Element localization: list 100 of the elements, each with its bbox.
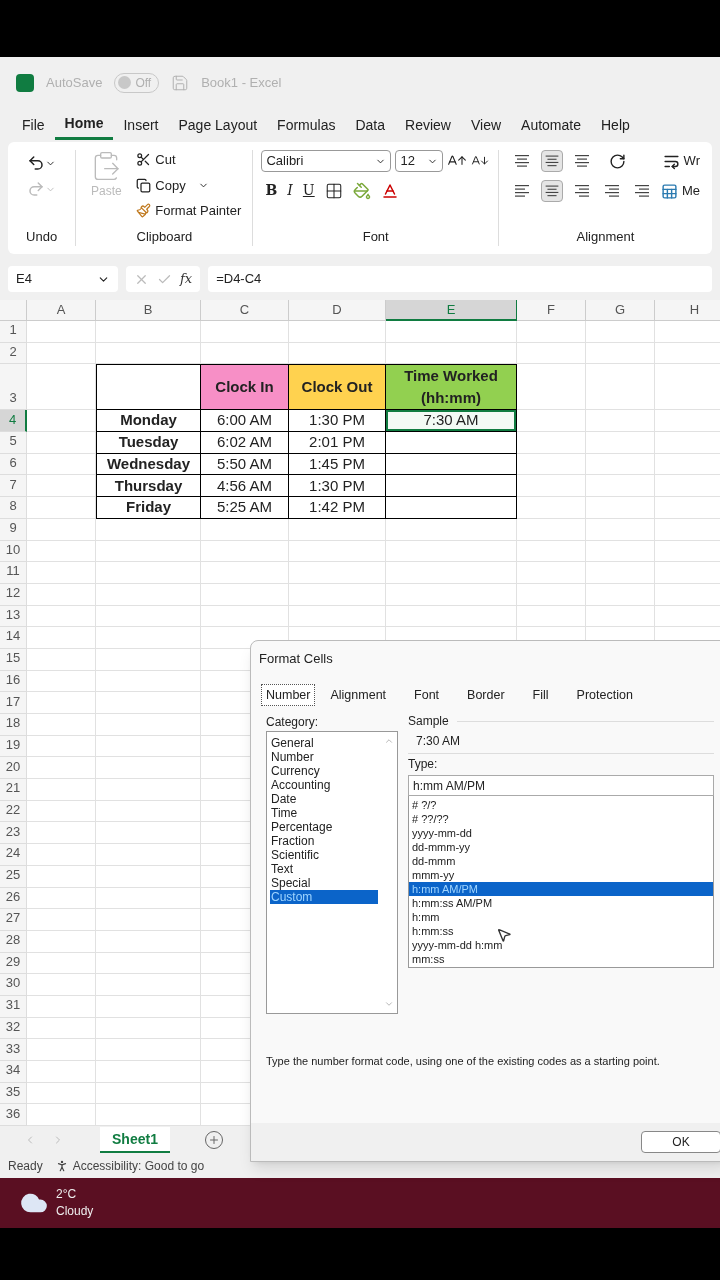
grid-cell[interactable] [27, 1039, 96, 1061]
ribbon-tab[interactable]: Insert [113, 110, 169, 140]
grid-cell[interactable] [289, 562, 386, 584]
copy-button[interactable]: Copy [155, 175, 186, 195]
grid-cell[interactable] [96, 648, 201, 671]
grid-cell[interactable] [201, 583, 289, 606]
row-header[interactable]: 36 [0, 1104, 27, 1127]
grid-cell[interactable] [586, 321, 655, 343]
fill-color-icon[interactable] [352, 181, 371, 200]
column-header[interactable]: B [96, 300, 201, 321]
grid-cell[interactable] [27, 757, 96, 780]
grid-cell[interactable] [386, 540, 517, 563]
grid-cell[interactable] [517, 605, 586, 628]
grid-cell[interactable] [201, 518, 289, 541]
type-list[interactable]: # ?/? # ??/?? yyyy-mm-dd dd-mmm-yy dd-mmm mmm-yy h:mm AM/PM h:mm:ss AM/PM h:mm h:mm:ss yyyy-mm-dd h:mm mm:ss [408, 796, 714, 968]
grid-cell[interactable] [27, 779, 96, 801]
ribbon-tab[interactable]: Data [345, 110, 396, 140]
grid-cell[interactable] [27, 865, 96, 888]
grid-cell[interactable] [201, 321, 289, 343]
grid-cell[interactable] [96, 692, 201, 714]
row-header[interactable]: 11 [0, 562, 27, 584]
grid-cell[interactable] [517, 475, 586, 498]
ribbon-tab[interactable]: Formulas [267, 110, 346, 140]
category-item[interactable]: Time [270, 806, 378, 820]
grid-cell[interactable] [27, 342, 96, 365]
dialog-tab[interactable]: Alignment [325, 683, 392, 707]
grid-cell[interactable] [27, 952, 96, 975]
row-header[interactable]: 23 [0, 822, 27, 845]
grid-cell[interactable] [517, 497, 586, 519]
grid-cell[interactable] [27, 605, 96, 628]
column-header[interactable]: C [201, 300, 289, 321]
column-header[interactable]: A [27, 300, 96, 321]
row-header[interactable]: 8 [0, 497, 27, 519]
grid-cell[interactable] [517, 410, 586, 433]
row-header[interactable]: 27 [0, 909, 27, 931]
grid-cell[interactable] [201, 605, 289, 628]
grid-cell[interactable] [27, 909, 96, 931]
dialog-tab[interactable]: Fill [527, 683, 554, 707]
formula-field[interactable]: =D4-C4 [208, 266, 712, 292]
grid-cell[interactable] [27, 1082, 96, 1105]
grid-cell[interactable] [96, 995, 201, 1018]
grid-cell[interactable] [27, 648, 96, 671]
grid-cell[interactable] [27, 562, 96, 584]
grid-cell[interactable] [27, 583, 96, 606]
row-header[interactable]: 1 [0, 321, 27, 343]
grid-cell[interactable] [27, 453, 96, 476]
grid-cell[interactable] [27, 822, 96, 845]
column-header[interactable]: F [517, 300, 586, 321]
format-code-item[interactable]: h:mm AM/PM [409, 882, 713, 896]
grid-cell[interactable] [586, 342, 655, 365]
grid-cell[interactable] [289, 321, 386, 343]
grid-cell[interactable] [586, 605, 655, 628]
grid-cell[interactable] [96, 1039, 201, 1061]
row-header[interactable]: 4 [0, 410, 27, 433]
merge-icon[interactable] [660, 182, 678, 200]
ribbon-tab[interactable]: View [460, 110, 512, 140]
grid-cell[interactable] [96, 1017, 201, 1040]
ok-button[interactable]: OK [641, 1131, 720, 1153]
grid-cell[interactable] [201, 540, 289, 563]
format-code-item[interactable]: mmm-yy [409, 868, 713, 882]
font-size-dropdown[interactable]: 12 [395, 150, 444, 172]
grid-cell[interactable] [96, 1061, 201, 1083]
grid-cell[interactable] [96, 865, 201, 888]
grid-cell[interactable] [27, 475, 96, 498]
grid-cell[interactable] [517, 518, 586, 541]
grid-cell[interactable] [27, 800, 96, 823]
column-header[interactable]: G [586, 300, 655, 321]
grid-cell[interactable] [96, 1082, 201, 1105]
grid-cell[interactable] [96, 627, 201, 649]
row-header[interactable]: 24 [0, 844, 27, 866]
row-header[interactable]: 16 [0, 670, 27, 693]
grid-cell[interactable] [96, 844, 201, 866]
borders-icon[interactable] [324, 181, 343, 200]
grid-cell[interactable] [27, 887, 96, 910]
category-item[interactable]: Number [270, 750, 378, 764]
row-header[interactable]: 6 [0, 453, 27, 476]
grid-cell[interactable] [96, 800, 201, 823]
format-painter-button[interactable]: Format Painter [155, 201, 242, 221]
grid-cell[interactable] [289, 605, 386, 628]
grid-cell[interactable] [96, 887, 201, 910]
row-header[interactable]: 29 [0, 952, 27, 975]
orientation-icon[interactable] [608, 152, 626, 170]
row-header[interactable]: 25 [0, 865, 27, 888]
grid-cell[interactable] [96, 342, 201, 365]
grid-cell[interactable] [517, 321, 586, 343]
grid-cell[interactable] [96, 540, 201, 563]
grid-cell[interactable] [96, 518, 201, 541]
grid-cell[interactable] [27, 930, 96, 953]
format-code-item[interactable]: yyyy-mm-dd h:mm [409, 938, 713, 952]
row-header[interactable]: 14 [0, 627, 27, 649]
dialog-tab[interactable]: Number [261, 683, 316, 707]
grid-cell[interactable] [96, 714, 201, 736]
accessibility-status[interactable]: Accessibility: Good to go [72, 1157, 205, 1176]
grid-cell[interactable] [517, 364, 586, 411]
row-header[interactable]: 19 [0, 735, 27, 758]
grid-cell[interactable] [27, 364, 96, 411]
align-center-icon[interactable] [540, 180, 563, 202]
grid-cell[interactable] [586, 562, 655, 584]
grid-cell[interactable] [386, 562, 517, 584]
row-header[interactable]: 21 [0, 779, 27, 801]
